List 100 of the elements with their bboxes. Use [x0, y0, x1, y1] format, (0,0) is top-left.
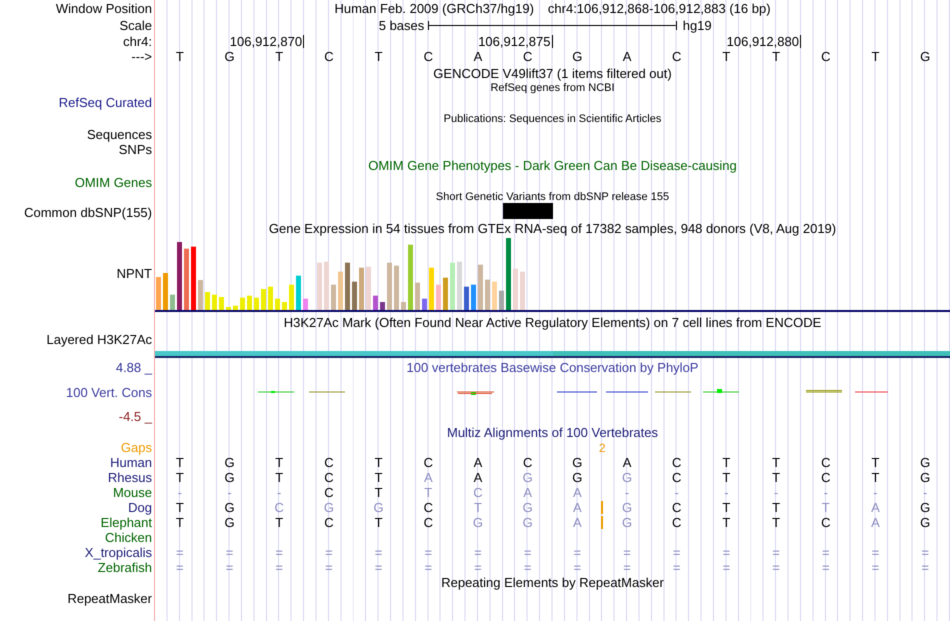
base-letter: C	[672, 455, 682, 470]
base-letter: T	[274, 49, 284, 64]
track-title: GENCODE V49lift37 (1 items filtered out)	[433, 66, 672, 80]
base-letter: A	[622, 455, 632, 470]
base-letter: T	[275, 470, 284, 485]
axis-max-label: 4.88 _	[116, 360, 152, 375]
track-title: Short Genetic Variants from dbSNP release 155	[436, 191, 670, 203]
base-letter: =	[424, 560, 432, 575]
base-letter: A	[474, 470, 482, 485]
base-letter: T	[722, 470, 730, 485]
base-letter: =	[921, 545, 929, 560]
base-letter: T	[772, 515, 780, 530]
base-letter: A	[424, 470, 433, 485]
scale-assembly: hg19	[682, 18, 712, 33]
base-letter: C	[821, 455, 830, 470]
track-label[interactable]: Common dbSNP(155)	[24, 204, 152, 220]
base-letter: -	[774, 485, 778, 500]
track-label[interactable]: RefSeq Curated	[58, 94, 152, 110]
base-letter: =	[524, 545, 532, 560]
species-label: Elephant	[100, 515, 152, 530]
base-letter: =	[226, 560, 234, 575]
base-letter: G	[572, 455, 582, 470]
track-label[interactable]: Layered H3K27Ac	[46, 332, 152, 346]
base-letter: C	[424, 455, 433, 470]
base-letter: G	[224, 470, 235, 485]
base-letter: T	[176, 455, 184, 470]
base-letter: T	[474, 500, 482, 515]
base-letter: -	[674, 485, 679, 500]
track-label[interactable]: 100 Vert. Cons	[66, 384, 152, 400]
base-letter: =	[226, 545, 234, 560]
base-letter: T	[374, 470, 383, 485]
base-letter: T	[176, 470, 184, 485]
base-letter: =	[921, 560, 929, 575]
strand-label: --->	[131, 49, 152, 64]
base-letter: C	[424, 500, 433, 515]
base-letter: T	[771, 49, 782, 64]
base-letter: T	[870, 49, 880, 64]
track-label[interactable]: RepeatMasker	[67, 590, 152, 606]
base-letter: C	[324, 515, 334, 530]
track-label[interactable]: Sequences	[86, 127, 152, 142]
base-letter: C	[274, 500, 284, 515]
base-letter: A	[871, 500, 880, 515]
base-letter: T	[374, 455, 383, 470]
track-title: 100 vertebrates Basewise Conservation by PhyloP	[406, 360, 698, 375]
base-letter: =	[176, 560, 184, 575]
axis-min-label: -4.5 _	[118, 409, 152, 424]
base-letter: -	[824, 485, 828, 500]
row-label: Window Position	[56, 1, 152, 16]
base-letter: =	[574, 545, 582, 560]
row-label: Scale	[119, 18, 152, 33]
base-letter: =	[672, 545, 681, 560]
track-title: Repeating Elements by RepeatMasker	[441, 575, 664, 590]
base-letter: C	[672, 500, 682, 515]
base-letter: G	[622, 515, 632, 530]
base-letter: C	[522, 455, 532, 470]
base-letter: G	[920, 470, 930, 485]
base-letter: C	[522, 49, 534, 64]
base-letter: G	[223, 49, 236, 64]
track-title: Publications: Sequences in Scientific Articles	[444, 112, 662, 124]
base-letter: -	[178, 485, 182, 500]
base-letter: A	[573, 515, 582, 530]
base-letter: A	[523, 485, 532, 500]
base-letter: A	[474, 455, 482, 470]
base-letter: =	[374, 545, 382, 560]
base-letter: -	[922, 485, 928, 500]
base-letter: -	[873, 485, 878, 500]
row-label: chr4:	[123, 34, 152, 49]
base-letter: G	[920, 515, 930, 530]
base-letter: G	[572, 470, 582, 485]
track-label[interactable]: NPNT	[116, 266, 152, 280]
base-letter: T	[721, 49, 732, 64]
base-letter: =	[574, 560, 582, 575]
track-title: OMIM Gene Phenotypes - Dark Green Can Be Disease-causing	[368, 158, 737, 173]
assembly-name: Human Feb. 2009 (GRCh37/hg19)	[334, 1, 534, 16]
base-letter: G	[920, 455, 930, 470]
base-letter: C	[672, 470, 682, 485]
species-label: Mouse	[112, 485, 152, 500]
base-letter: C	[473, 485, 483, 500]
base-letter: -	[227, 485, 232, 500]
base-letter: =	[275, 545, 284, 560]
track-label[interactable]: OMIM Genes	[74, 174, 152, 190]
base-letter: T	[424, 485, 432, 500]
base-letter: =	[325, 545, 333, 560]
base-letter: G	[522, 515, 533, 530]
base-letter: G	[374, 500, 384, 515]
base-letter: =	[772, 560, 780, 575]
base-letter: T	[722, 515, 730, 530]
species-label: Dog	[128, 500, 152, 515]
base-letter: T	[174, 49, 185, 64]
base-letter: C	[821, 470, 830, 485]
base-letter: =	[275, 560, 284, 575]
base-letter: C	[671, 49, 682, 64]
base-letter: =	[872, 545, 880, 560]
base-letter: G	[622, 500, 632, 515]
base-letter: =	[325, 560, 333, 575]
track-label[interactable]: SNPs	[118, 142, 152, 156]
position-tick: 106,912,880	[726, 35, 801, 48]
base-letter: =	[623, 560, 631, 575]
gap-count: 2	[598, 440, 606, 454]
base-letter: C	[821, 515, 830, 530]
